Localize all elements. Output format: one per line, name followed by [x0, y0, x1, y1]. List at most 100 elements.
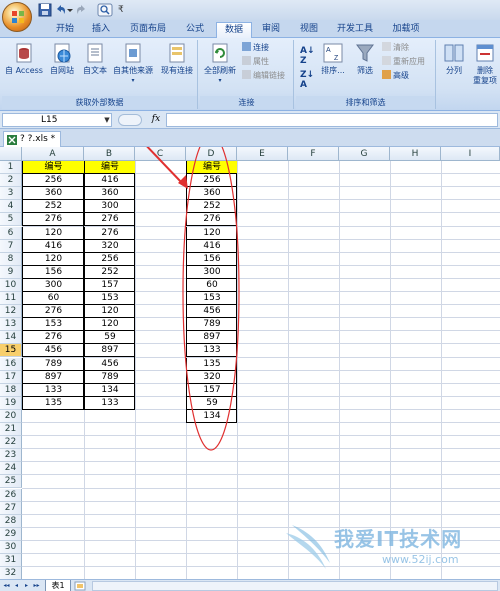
annotation-arrowhead: [178, 175, 188, 189]
tab-page-layout[interactable]: 页面布局: [124, 22, 172, 38]
clear-filter-button[interactable]: 清除: [382, 42, 409, 53]
sort-label: 排序...: [321, 66, 345, 75]
existing-connections-label: 现有连接: [161, 66, 193, 75]
name-box-dropdown-icon[interactable]: ▼: [102, 113, 112, 127]
annotation-ellipse: [182, 147, 240, 451]
chevron-down-icon: ▾: [218, 77, 222, 84]
connections-label: 连接: [253, 43, 269, 52]
sheet-tab-active[interactable]: 表1: [45, 580, 71, 591]
remove-duplicates-button[interactable]: 删除 重复项: [470, 42, 500, 86]
first-sheet-button[interactable]: ◂◂: [2, 581, 11, 591]
sort-ascending-icon[interactable]: A↓ Z: [300, 46, 315, 66]
insert-function-icon[interactable]: fx: [148, 113, 164, 127]
from-text-button[interactable]: 自文本: [80, 42, 110, 76]
refresh-all-label: 全部刷新: [204, 66, 236, 75]
from-access-button[interactable]: 自 Access: [4, 42, 44, 76]
title-bar: ₹: [0, 0, 500, 20]
tab-formulas[interactable]: 公式: [180, 22, 210, 38]
from-other-sources-label: 自其他来源: [113, 66, 153, 75]
clear-label: 清除: [393, 43, 409, 52]
group-label-connections: 连接: [200, 96, 293, 109]
existing-connections-icon: [169, 43, 185, 63]
web-icon: [54, 43, 71, 63]
prev-sheet-button[interactable]: ◂: [12, 581, 21, 591]
svg-text:Z: Z: [334, 55, 339, 62]
svg-text:A: A: [326, 47, 331, 54]
advanced-icon: [382, 70, 391, 79]
clear-icon: [382, 42, 391, 51]
tab-review[interactable]: 审阅: [256, 22, 286, 38]
existing-connections-button[interactable]: 现有连接: [158, 42, 196, 76]
sort-icon: AZ: [323, 43, 343, 63]
group-data-tools: 分列 删除 重复项: [438, 40, 500, 109]
office-logo-icon: [12, 11, 24, 23]
group-external-data: 自 Access 自网站 自文本 自其他来源 ▾ 现有连接 获取外部数据: [2, 40, 198, 109]
ribbon: 自 Access 自网站 自文本 自其他来源 ▾ 现有连接 获取外部数据 全部刷…: [0, 38, 500, 111]
connections-icon: [242, 42, 251, 51]
workbook-tab-bar: ? ?.xls *: [0, 129, 500, 147]
group-label-external-data: 获取外部数据: [2, 96, 197, 109]
watermark-url: www.52ij.com: [382, 553, 459, 566]
group-label-sort-filter: 排序和筛选: [296, 96, 435, 109]
insert-sheet-icon[interactable]: [73, 581, 87, 591]
name-box[interactable]: L15: [2, 113, 112, 127]
annotation-arrow-line: [146, 147, 183, 184]
ribbon-tabs: 开始 插入 页面布局 公式 数据 审阅 视图 开发工具 加载项: [0, 20, 500, 38]
properties-icon: [242, 56, 251, 65]
text-file-icon: [87, 43, 103, 63]
sheet-tab-bar: ◂◂ ◂ ▸ ▸▸ 表1: [0, 579, 500, 591]
tab-developer[interactable]: 开发工具: [332, 22, 378, 38]
split-label: 分列: [446, 66, 462, 75]
reapply-label: 重新应用: [393, 57, 425, 66]
next-sheet-button[interactable]: ▸: [22, 581, 31, 591]
remove-duplicates-label-1: 删除: [477, 66, 493, 75]
from-web-label: 自网站: [50, 66, 74, 75]
advanced-label: 高级: [393, 71, 409, 80]
watermark-wings-icon: [286, 525, 330, 569]
excel-file-icon: [7, 135, 17, 145]
reapply-button[interactable]: 重新应用: [382, 56, 425, 67]
refresh-icon: [212, 43, 228, 63]
from-access-label: 自 Access: [5, 66, 43, 75]
connections-button[interactable]: 连接: [242, 42, 269, 53]
formula-bar: L15 ▼ fx: [0, 111, 500, 129]
tab-view[interactable]: 视图: [294, 22, 324, 38]
group-sort-filter: A↓ Z Z↓ A AZ 排序... 筛选 清除 重新应用 高级 排序和筛选: [296, 40, 436, 109]
watermark: 我爱IT技术网 www.52ij.com: [282, 519, 494, 575]
properties-button[interactable]: 属性: [242, 56, 269, 67]
tab-insert[interactable]: 插入: [86, 22, 116, 38]
from-other-sources-button[interactable]: 自其他来源 ▾: [110, 42, 156, 86]
edit-links-button[interactable]: 编辑链接: [242, 70, 285, 81]
from-web-button[interactable]: 自网站: [46, 42, 78, 76]
last-sheet-button[interactable]: ▸▸: [32, 581, 41, 591]
filter-icon: [356, 44, 374, 62]
print-preview-icon[interactable]: [97, 3, 115, 17]
filter-button[interactable]: 筛选: [352, 42, 378, 76]
sort-button[interactable]: AZ 排序...: [318, 42, 348, 76]
worksheet-grid[interactable]: ABCDEFGHI 1 2 3 4 5 6 7 8 9 10 11 12 13 14 15 16 17 18 19 2…: [0, 147, 500, 579]
tab-data[interactable]: 数据: [216, 22, 252, 38]
redo-icon[interactable]: [74, 3, 88, 17]
formula-bar-handle[interactable]: [118, 114, 142, 126]
formula-input[interactable]: [166, 113, 498, 127]
other-sources-icon: [125, 43, 141, 63]
save-icon[interactable]: [38, 3, 52, 17]
advanced-filter-button[interactable]: 高级: [382, 70, 409, 81]
split-columns-icon: [444, 44, 464, 62]
text-to-columns-button[interactable]: 分列: [440, 42, 468, 76]
tab-add-ins[interactable]: 加载项: [386, 22, 426, 38]
watermark-brand: 我爱IT技术网: [334, 527, 463, 551]
sort-descending-icon[interactable]: Z↓ A: [300, 70, 314, 90]
properties-label: 属性: [253, 57, 269, 66]
filter-label: 筛选: [357, 66, 373, 75]
workbook-tab[interactable]: ? ?.xls *: [3, 131, 61, 147]
group-connections: 全部刷新 ▾ 连接 属性 编辑链接 连接: [200, 40, 294, 109]
customize-qa-button[interactable]: ₹: [118, 3, 132, 17]
refresh-all-button[interactable]: 全部刷新 ▾: [202, 42, 238, 86]
horizontal-scrollbar[interactable]: [92, 581, 498, 591]
tab-home[interactable]: 开始: [50, 22, 80, 38]
office-button[interactable]: [2, 2, 32, 32]
undo-dropdown-icon[interactable]: [66, 3, 74, 17]
reapply-icon: [382, 56, 391, 65]
from-text-label: 自文本: [83, 66, 107, 75]
